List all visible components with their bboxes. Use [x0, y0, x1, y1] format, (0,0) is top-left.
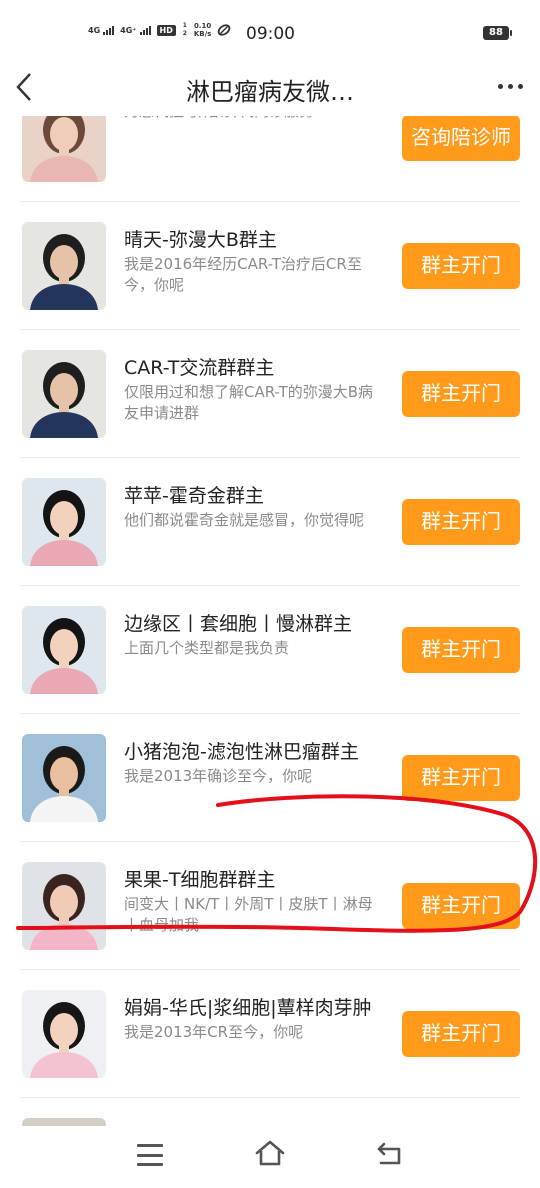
avatar [22, 990, 106, 1078]
page-title: 淋巴瘤病友微… [186, 78, 354, 106]
hd-sub-label: 1 2 [182, 22, 187, 37]
avatar [22, 222, 106, 310]
group-name: CAR-T交流群群主 [124, 357, 275, 379]
group-name: 果果-T细胞群群主 [124, 869, 276, 891]
group-description: 仅限用过和想了解CAR-T的弥漫大B病友申请进群 [124, 383, 374, 422]
open-group-button[interactable]: 群主开门 [402, 499, 520, 545]
avatar [22, 606, 106, 694]
sync-icon [218, 24, 231, 36]
speed-unit: KB/s [193, 30, 212, 38]
avatar [22, 116, 106, 182]
more-dots-icon[interactable] [492, 74, 528, 98]
list-item[interactable]: 娟娟-华氏|浆细胞|蕈样肉芽肿我是2013年CR至今，你呢 群主开门 [20, 970, 520, 1098]
group-name: 苹苹-霍奇金群主 [124, 485, 264, 507]
group-name: 晴天-弥漫大B群主 [124, 229, 277, 251]
open-group-button[interactable]: 群主开门 [402, 627, 520, 673]
clock: 09:00 [246, 24, 295, 44]
speed-value: 0.10 [193, 22, 212, 30]
sim1-label: 4G [88, 25, 101, 35]
open-group-button[interactable]: 群主开门 [402, 1011, 520, 1057]
battery-icon: 88 [483, 26, 512, 40]
avatar [22, 478, 106, 566]
open-group-button[interactable]: 群主开门 [402, 755, 520, 801]
group-description: 我是2013年CR至今，你呢 [124, 1023, 304, 1041]
group-name: 娟娟-华氏|浆细胞|蕈样肉芽肿 [124, 997, 372, 1019]
group-name: 边缘区丨套细胞丨慢淋群主 [124, 613, 353, 635]
list-item[interactable]: 晴天-弥漫大B群主我是2016年经历CAR-T治疗后CR至今，你呢 群主开门 [20, 202, 520, 330]
status-bar: 4G 4G⁺ HD 1 2 0.10 KB/s 09:00 88 [0, 0, 540, 60]
menu-icon[interactable] [137, 1144, 163, 1166]
list-item[interactable]: 果果-T细胞群群主间变大丨NK/T丨外周T丨皮肤T丨淋母丨血母加我 群主开门 [20, 842, 520, 970]
group-description: 上面几个类型都是我负责 [124, 639, 290, 657]
nav-bar: 淋巴瘤病友微… [0, 60, 540, 116]
list-item[interactable]: CAR-T交流群群主仅限用过和想了解CAR-T的弥漫大B病友申请进群 群主开门 [20, 330, 520, 458]
network-speed: 0.10 KB/s [194, 22, 211, 38]
system-nav-bar [0, 1126, 540, 1188]
group-description: 他们都说霍奇金就是感冒，你觉得呢 [124, 511, 365, 529]
avatar [22, 734, 106, 822]
list-item[interactable]: 为您代挂号/陪诊/代问诊服务 咨询陪诊师 [20, 116, 520, 202]
hd-icon: HD [156, 24, 176, 36]
list-item[interactable]: 静静-儿童淋巴瘤群主群主开门 [20, 1098, 520, 1126]
open-group-button[interactable]: 群主开门 [402, 883, 520, 929]
group-description: 为您代挂号/陪诊/代问诊服务 [124, 116, 386, 122]
signal-2-icon: 4G⁺ [120, 25, 151, 35]
open-group-button[interactable]: 群主开门 [402, 243, 520, 289]
list-item[interactable]: 边缘区丨套细胞丨慢淋群主上面几个类型都是我负责 群主开门 [20, 586, 520, 714]
list-item[interactable]: 苹苹-霍奇金群主他们都说霍奇金就是感冒，你觉得呢 群主开门 [20, 458, 520, 586]
list-item[interactable]: 小猪泡泡-滤泡性淋巴瘤群主我是2013年确诊至今，你呢 群主开门 [20, 714, 520, 842]
open-group-button[interactable]: 群主开门 [402, 371, 520, 417]
sim2-label: 4G⁺ [120, 25, 137, 35]
avatar [22, 862, 106, 950]
avatar [22, 1118, 106, 1126]
group-description: 我是2013年确诊至今，你呢 [124, 767, 313, 785]
back-icon[interactable] [375, 1140, 405, 1168]
group-name: 小猪泡泡-滤泡性淋巴瘤群主 [124, 741, 359, 763]
home-icon[interactable] [254, 1138, 286, 1168]
signal-1-icon: 4G [88, 25, 115, 35]
status-icons: 4G 4G⁺ HD 1 2 0.10 KB/s [88, 22, 231, 38]
open-group-button[interactable]: 咨询陪诊师 [402, 116, 520, 161]
avatar [22, 350, 106, 438]
group-description: 我是2016年经历CAR-T治疗后CR至今，你呢 [124, 255, 362, 294]
group-description: 间变大丨NK/T丨外周T丨皮肤T丨淋母丨血母加我 [124, 895, 373, 934]
group-list[interactable]: 为您代挂号/陪诊/代问诊服务 咨询陪诊师晴天-弥漫大B群主我是2016年经历CAR… [0, 116, 540, 1126]
